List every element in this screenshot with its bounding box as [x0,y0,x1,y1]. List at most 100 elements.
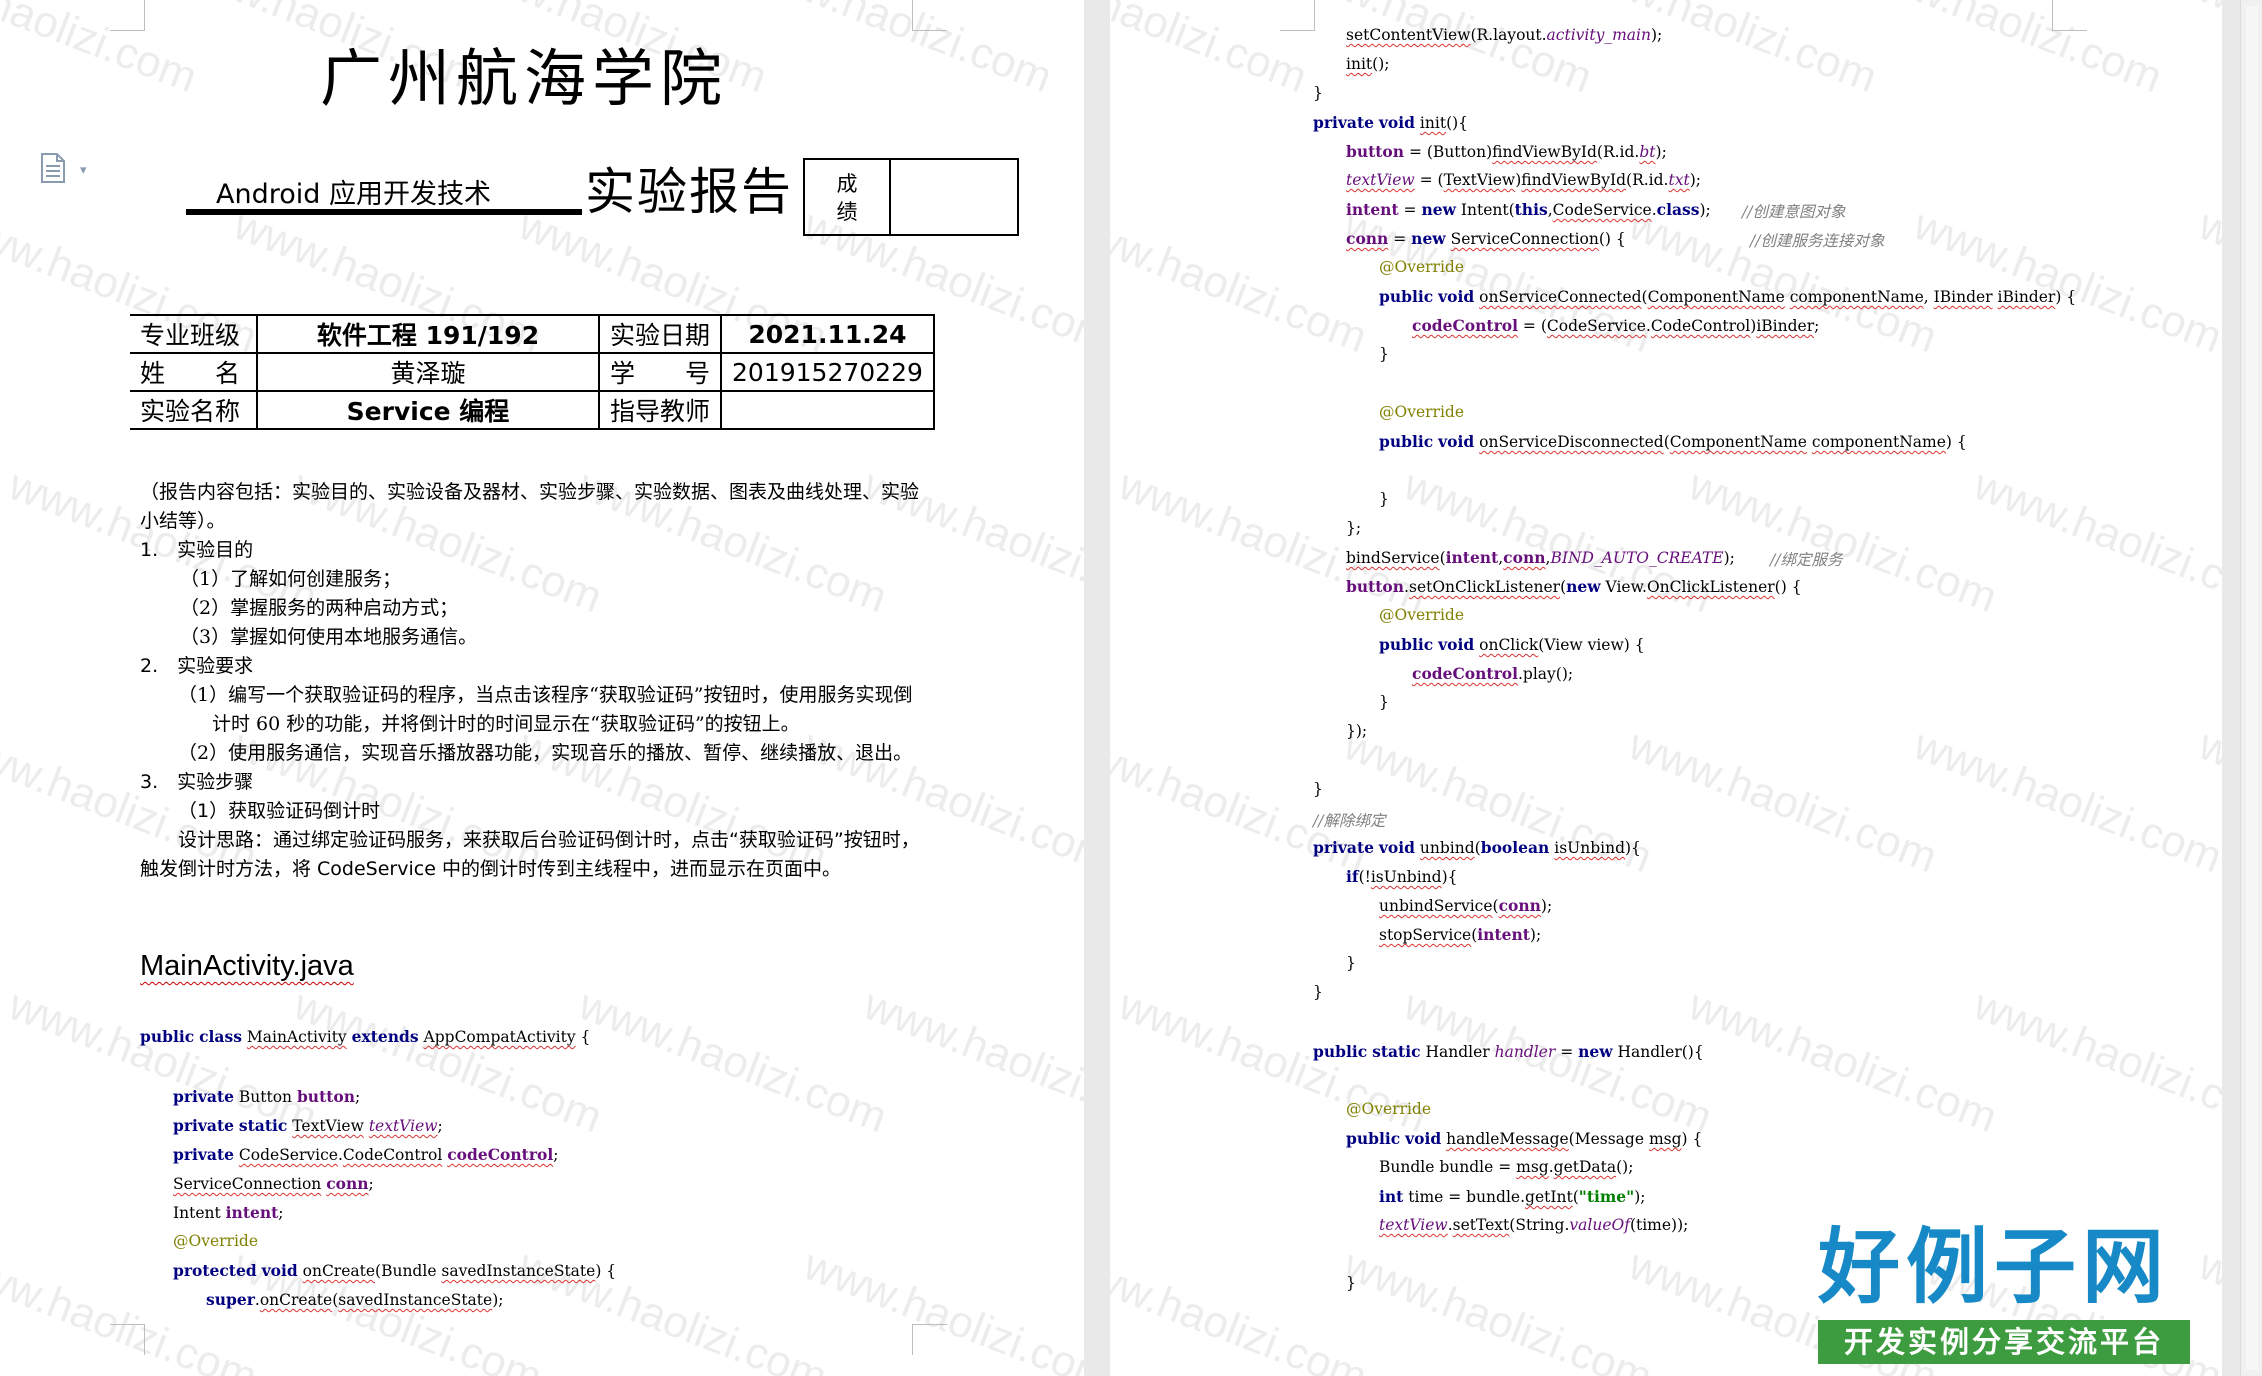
experiment-label: 实验名称 [130,391,257,430]
code-line: } [1346,1274,1356,1292]
section-heading: 2. 实验要求 [140,655,254,677]
teacher-value [720,391,935,430]
watermark-text: www.haolizi.com [1397,460,1719,623]
list-item: （1）编写一个获取验证码的程序，当点击该程序“获取验证码”按钮时，使用服务实现倒… [178,684,913,735]
code-line: } [1313,780,1323,798]
class-label: 专业班级 [130,314,257,354]
watermark-text: www.haolizi.com [1112,460,1434,623]
code-line: Bundle bundle = msg.getData(); [1379,1158,1634,1176]
vertical-scrollbar[interactable] [2240,0,2262,1376]
score-box[interactable]: 成 绩 [803,158,1019,236]
code-line: setContentView(R.layout.activity_main); [1346,26,1663,44]
code-line: private static TextView textView; [173,1116,443,1135]
crop-mark [912,0,947,31]
section-heading: 1. 实验目的 [140,539,254,561]
course-name: Android 应用开发技术 [216,179,491,210]
code-line: } [1313,84,1323,102]
list-item: （2）掌握服务的两种启动方式； [180,597,459,619]
watermark-text: www.haolizi.com [1562,0,1884,103]
code-line: @Override [1379,403,1465,421]
code-line: textView.setText(String.valueOf(time)); [1379,1216,1689,1234]
class-value: 软件工程 191/192 [256,314,600,354]
scrollbar-thumb[interactable] [2246,6,2258,1370]
code-line: }; [1346,519,1362,537]
code-line: @Override [1379,258,1465,276]
code-line: private Button button; [173,1087,361,1106]
code-line: init(); [1346,55,1390,73]
list-item: （1）了解如何创建服务； [180,568,402,590]
code-line: bindService(intent,conn,BIND_AUTO_CREATE… [1346,548,1735,567]
school-title: 广州航海学院 [320,42,729,115]
score-label: 成 绩 [805,160,891,234]
watermark-text: www.haolizi.com [2192,200,2222,363]
code-line: ServiceConnection conn; [173,1174,374,1193]
watermark-text: www.haolizi.com [1847,0,2169,103]
date-value: 2021.11.24 [720,314,935,354]
watermark-text: www.haolizi.com [2132,0,2222,103]
code-line: conn = new ServiceConnection() { [1346,229,1626,248]
code-line: @Override [1379,606,1465,624]
code-line: if(!isUnbind){ [1346,867,1458,886]
code-line: button.setOnClickListener(new View.OnCli… [1346,577,1802,596]
course-underline [186,209,582,215]
code-line: } [1379,345,1389,363]
teacher-label: 指导教师 [599,391,722,430]
info-table: 专业班级 软件工程 191/192 实验日期 2021.11.24 姓 名 黄泽… [130,314,935,430]
document-icon[interactable]: ▾ [40,153,87,183]
watermark-text: www.haolizi.com [1967,980,2222,1143]
code-line: protected void onCreate(Bundle savedInst… [173,1261,617,1280]
watermark-text: www.haolizi.com [1277,0,1599,103]
table-row: 专业班级 软件工程 191/192 实验日期 2021.11.24 [130,314,935,354]
document-page-left: www.haolizi.com www.haolizi.com www.haoliz… [0,0,1084,1376]
code-line: unbindService(conn); [1379,896,1553,915]
report-body: （报告内容包括：实验目的、实验设备及器材、实验步骤、实验数据、图表及曲线处理、实… [140,478,920,884]
watermark-text: www.haolizi.com [1907,200,2222,363]
code-line: //绑定服务 [1770,551,1843,569]
code-line: @Override [173,1232,259,1250]
watermark-text: www.haolizi.com [1337,1240,1659,1376]
table-row: 实验名称 Service 编程 指导教师 [130,391,935,430]
code-line: } [1313,983,1323,1001]
site-stamp-logo: 好例子网 开发实例分享交流平台 [1818,1222,2198,1364]
code-line: codeControl = (CodeService.CodeControl)i… [1412,316,1820,335]
document-page-right: www.haolizi.com www.haolizi.com www.haoliz… [1110,0,2222,1376]
name-label: 姓 名 [130,353,257,392]
code-line: public void onServiceDisconnected(Compon… [1379,432,1967,451]
watermark-text: www.haolizi.com [1682,980,2004,1143]
code-line: stopService(intent); [1379,925,1542,944]
code-line: public class MainActivity extends AppCom… [140,1027,591,1046]
code-line: private void init(){ [1313,113,1469,132]
code-line: } [1379,693,1389,711]
crop-mark [2052,0,2087,31]
watermark-text: www.haolizi.com [1682,460,2004,623]
report-title: 实验报告 [585,163,793,221]
list-item: （2）使用服务通信，实现音乐播放器功能，实现音乐的播放、暂停、继续播放、退出。 [178,742,913,764]
code-line: } [1346,954,1356,972]
watermark-text: www.haolizi.com [1110,200,1374,363]
watermark-text: www.haolizi.com [1397,980,1719,1143]
code-line: public void onClick(View view) { [1379,635,1645,654]
code-line: //解除绑定 [1313,812,1386,830]
watermark-text: www.haolizi.com [1112,980,1434,1143]
watermark-text: www.haolizi.com [857,980,1084,1143]
stamp-subtitle: 开发实例分享交流平台 [1818,1320,2190,1364]
chevron-down-icon[interactable]: ▾ [80,163,87,178]
id-value: 201915270229 [720,353,935,392]
code-line: public void handleMessage(Message msg) { [1346,1129,1703,1148]
watermark-text: www.haolizi.com [737,0,1059,103]
id-label: 学 号 [599,353,722,392]
code-line: intent = new Intent(this,CodeService.cla… [1346,200,1711,219]
code-line: }); [1346,722,1368,740]
watermark-text: www.haolizi.com [1622,200,1944,363]
name-value: 黄泽璇 [256,353,600,392]
code-line: public void onServiceConnected(Component… [1379,287,2077,306]
date-label: 实验日期 [599,314,722,354]
list-item: （1）获取验证码倒计时 [178,800,381,822]
design-text: 设计思路：通过绑定验证码服务，来获取后台验证码倒计时，点击“获取验证码”按钮时，… [140,829,920,880]
watermark-text: www.haolizi.com [1967,460,2222,623]
watermark-text: www.haolizi.com [2192,720,2222,883]
crop-mark [110,0,145,31]
code-line: private CodeService.CodeControl codeCont… [173,1145,559,1164]
crop-mark [912,1324,947,1355]
crop-mark [1280,0,1315,31]
